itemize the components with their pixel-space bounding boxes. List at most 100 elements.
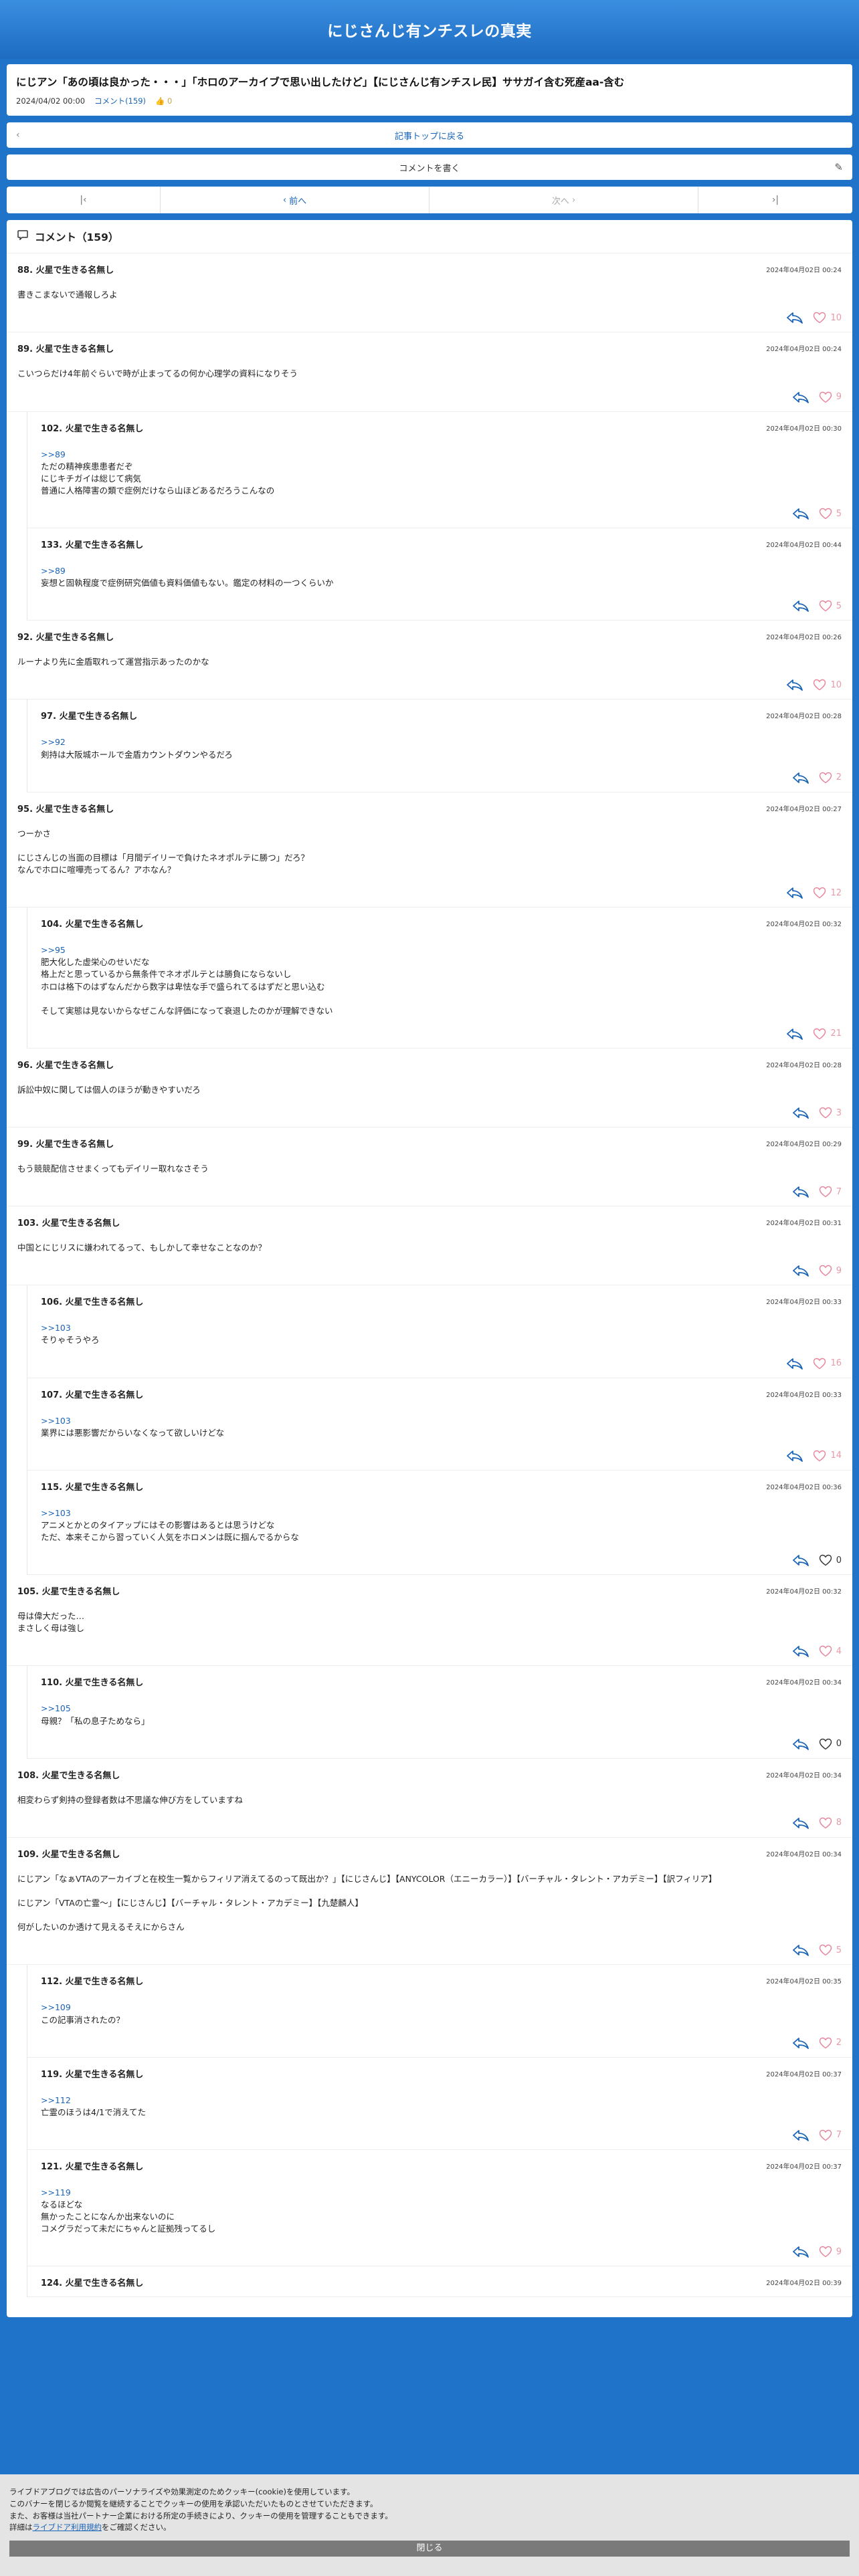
- comments-count-link[interactable]: コメント(159): [94, 96, 146, 106]
- like-button[interactable]: 9: [819, 1265, 842, 1277]
- first-page-button[interactable]: |‹: [7, 187, 161, 214]
- like-button[interactable]: 10: [813, 679, 842, 691]
- reply-icon[interactable]: [792, 1107, 809, 1119]
- site-title[interactable]: にじさんじ有ンチスレの真実: [327, 18, 532, 41]
- like-button[interactable]: 0: [819, 1738, 842, 1750]
- reply-anchor-link[interactable]: >>92: [41, 736, 842, 748]
- reply-icon[interactable]: [792, 2037, 809, 2049]
- pagination: |‹ ‹ 前へ 次へ › ›|: [7, 187, 852, 214]
- comment-actions: 0: [41, 1554, 842, 1567]
- like-button[interactable]: 5: [819, 600, 842, 612]
- heart-icon: [814, 887, 826, 899]
- comment-author-name: 火星で生きる名無し: [41, 1587, 120, 1598]
- comment-author: 133. 火星で生きる名無し: [41, 538, 143, 550]
- reply-comment: 110. 火星で生きる名無し 2024年04月02日 00:34 >>105 母親？「…: [27, 1666, 852, 1759]
- reply-icon[interactable]: [792, 1265, 809, 1277]
- back-to-top-button[interactable]: ‹ 記事トップに戻る: [7, 122, 852, 148]
- reply-icon[interactable]: [792, 508, 809, 520]
- reply-icon[interactable]: [792, 1738, 809, 1750]
- reply-anchor-link[interactable]: >>89: [41, 449, 842, 461]
- like-button[interactable]: 7: [819, 2129, 842, 2141]
- comment-text: ただの精神疾患患者だぞ にじキチガイは総じて病気 普通に人格障害の類で症例だけな…: [41, 461, 275, 496]
- reply-icon[interactable]: [786, 1028, 803, 1040]
- comment-author: 95. 火星で生きる名無し: [17, 802, 114, 815]
- comment-date: 2024年04月02日 00:34: [766, 1679, 842, 1687]
- reply-icon[interactable]: [792, 1554, 809, 1567]
- like-button[interactable]: 5: [819, 508, 842, 520]
- comment: 92. 火星で生きる名無し 2024年04月02日 00:26 ルーナより先に金盾取…: [7, 621, 852, 700]
- like-count: 7: [836, 1186, 842, 1197]
- comment-body: にじアン「なぁVTAのアーカイブと在校生一覧からフィリア消えてるのって既出か？」…: [17, 1873, 842, 1934]
- reply-icon[interactable]: [792, 1817, 809, 1829]
- comment-header: 102. 火星で生きる名無し 2024年04月02日 00:30: [41, 421, 842, 434]
- reply-anchor-link[interactable]: >>95: [41, 944, 842, 956]
- like-button[interactable]: 8: [819, 1817, 842, 1829]
- reply-comment: 119. 火星で生きる名無し 2024年04月02日 00:37 >>112 亡霊のほ…: [27, 2057, 852, 2150]
- like-button[interactable]: 5: [819, 1944, 842, 1956]
- article-date: 2024/04/02 00:00: [16, 96, 86, 106]
- reply-anchor-link[interactable]: >>112: [41, 2095, 842, 2107]
- reply-icon[interactable]: [786, 312, 803, 324]
- heart-icon: [814, 1028, 826, 1040]
- comment-date: 2024年04月02日 00:37: [766, 2163, 842, 2171]
- comment-header: 112. 火星で生きる名無し 2024年04月02日 00:35: [41, 1974, 842, 1987]
- comment-number: 99.: [17, 1140, 33, 1150]
- reply-anchor-link[interactable]: >>103: [41, 1507, 842, 1519]
- next-page-button[interactable]: 次へ ›: [430, 187, 698, 214]
- comment-number: 107.: [41, 1390, 63, 1400]
- comment-text: なるほどな 無かったことになんか出来ないのに コメグラだって未だにちゃんと証拠残…: [41, 2199, 216, 2234]
- like-button[interactable]: 21: [813, 1028, 842, 1040]
- comment-date: 2024年04月02日 00:27: [766, 805, 842, 813]
- like-button[interactable]: 12: [813, 887, 842, 899]
- comment-header: 97. 火星で生きる名無し 2024年04月02日 00:28: [41, 709, 842, 722]
- comment-header: 110. 火星で生きる名無し 2024年04月02日 00:34: [41, 1675, 842, 1688]
- reply-anchor-link[interactable]: >>89: [41, 565, 842, 577]
- comment-actions: 12: [17, 887, 842, 899]
- heart-icon: [819, 772, 832, 784]
- reply-icon[interactable]: [792, 1944, 809, 1957]
- comment-number: 105.: [17, 1587, 39, 1598]
- like-count: 5: [836, 508, 842, 519]
- comment-header: 96. 火星で生きる名無し 2024年04月02日 00:28: [17, 1058, 842, 1071]
- reply-icon[interactable]: [792, 600, 809, 613]
- reply-anchor-link[interactable]: >>105: [41, 1703, 842, 1715]
- reply-icon[interactable]: [786, 1358, 803, 1370]
- like-button[interactable]: 0: [819, 1554, 842, 1566]
- comment-text: アニメとかとのタイアップにはその影響はあるとは思うけどな ただ、本来そこから習っ…: [41, 1519, 299, 1542]
- write-comment-label: コメントを書く: [399, 163, 460, 174]
- reply-anchor-link[interactable]: >>119: [41, 2187, 842, 2199]
- reply-icon[interactable]: [786, 679, 803, 691]
- thumbs-up-icon: 👍: [155, 96, 165, 106]
- like-button[interactable]: 14: [813, 1450, 842, 1462]
- reply-anchor-link[interactable]: >>109: [41, 2002, 842, 2014]
- like-button[interactable]: 2: [819, 772, 842, 784]
- cookie-close-button[interactable]: 閉じる: [9, 2541, 850, 2557]
- prev-page-button[interactable]: ‹ 前へ: [161, 187, 430, 214]
- comment-number: 97.: [41, 712, 57, 722]
- like-button[interactable]: 16: [813, 1358, 842, 1370]
- reply-icon[interactable]: [792, 1645, 809, 1658]
- reply-anchor-link[interactable]: >>103: [41, 1415, 842, 1427]
- like-button[interactable]: 7: [819, 1186, 842, 1198]
- like-button[interactable]: 2: [819, 2037, 842, 2049]
- reply-icon[interactable]: [786, 887, 803, 899]
- comment-date: 2024年04月02日 00:34: [766, 1850, 842, 1858]
- reply-icon[interactable]: [792, 2246, 809, 2258]
- reply-icon[interactable]: [792, 391, 809, 403]
- reply-icon[interactable]: [792, 772, 809, 784]
- reply-icon[interactable]: [792, 1186, 809, 1198]
- article-likes[interactable]: 👍 0: [155, 96, 172, 106]
- write-comment-button[interactable]: コメントを書く ✎: [7, 154, 852, 181]
- like-button[interactable]: 3: [819, 1107, 842, 1119]
- like-button[interactable]: 9: [819, 2246, 842, 2258]
- like-button[interactable]: 4: [819, 1645, 842, 1657]
- like-button[interactable]: 9: [819, 391, 842, 403]
- site-header: にじさんじ有ンチスレの真実: [0, 0, 859, 59]
- terms-link[interactable]: ライブドア利用規約: [33, 2523, 102, 2532]
- reply-icon[interactable]: [786, 1450, 803, 1462]
- reply-icon[interactable]: [792, 2129, 809, 2141]
- like-button[interactable]: 10: [813, 312, 842, 324]
- last-page-button[interactable]: ›|: [698, 187, 852, 213]
- reply-anchor-link[interactable]: >>103: [41, 1322, 842, 1334]
- comment-author-name: 火星で生きる名無し: [35, 265, 114, 276]
